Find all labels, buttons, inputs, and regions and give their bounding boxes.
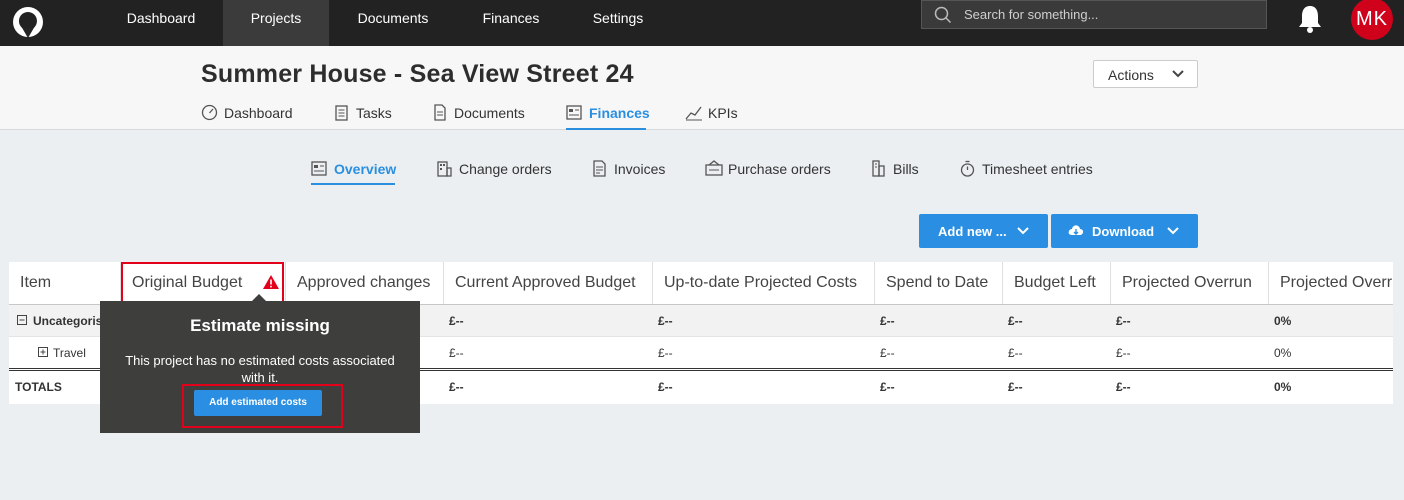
tab-dashboard[interactable]: Dashboard xyxy=(201,104,293,130)
subtab-invoices-label: Invoices xyxy=(614,161,666,177)
row-overrun-pct: 0% xyxy=(1274,314,1292,328)
tab-kpis-label: KPIs xyxy=(708,105,738,121)
col-header-projected-overrun[interactable]: Projected Overrun xyxy=(1111,262,1269,304)
clipboard-icon xyxy=(335,105,348,121)
row-overrun: £-- xyxy=(1116,346,1131,360)
chart-line-icon xyxy=(685,106,702,121)
nav-settings[interactable]: Settings xyxy=(576,0,660,46)
col-header-current-approved-budget[interactable]: Current Approved Budget xyxy=(444,262,653,304)
subtab-purchase-orders-label: Purchase orders xyxy=(728,161,831,177)
top-navbar: Dashboard Projects Documents Finances Se… xyxy=(0,0,1404,46)
building-icon xyxy=(437,161,452,177)
col-header-approved-changes[interactable]: Approved changes xyxy=(286,262,444,304)
subtab-bills[interactable]: Bills xyxy=(870,158,920,185)
totals-left: £-- xyxy=(1008,380,1023,394)
row-current-approved: £-- xyxy=(449,346,464,360)
finance-icon xyxy=(566,105,582,120)
chevron-down-icon xyxy=(1167,227,1179,235)
add-new-button[interactable]: Add new ... xyxy=(919,214,1048,248)
cloud-download-icon xyxy=(1068,225,1084,235)
subtab-change-orders-label: Change orders xyxy=(459,161,552,177)
row-left: £-- xyxy=(1008,346,1023,360)
totals-current-approved: £-- xyxy=(449,380,464,394)
tooltip-body: This project has no estimated costs asso… xyxy=(125,353,395,385)
search-placeholder: Search for something... xyxy=(964,7,1099,22)
expand-icon[interactable] xyxy=(38,347,48,357)
row-spend: £-- xyxy=(880,314,895,328)
gauge-icon xyxy=(201,104,218,121)
col-header-item[interactable]: Item xyxy=(9,262,121,304)
actions-label: Actions xyxy=(1108,67,1154,83)
tab-finances-label: Finances xyxy=(589,105,650,121)
purchase-order-icon xyxy=(705,160,723,176)
subtab-purchase-orders[interactable]: Purchase orders xyxy=(705,158,831,185)
app-logo-icon[interactable] xyxy=(10,4,46,40)
download-label: Download xyxy=(1092,224,1155,239)
tab-kpis[interactable]: KPIs xyxy=(685,104,740,130)
nav-projects[interactable]: Projects xyxy=(223,0,329,46)
col-header-projected-overrun-pct[interactable]: Projected Overr xyxy=(1269,262,1393,304)
row-item: Travel xyxy=(53,346,86,360)
tab-documents[interactable]: Documents xyxy=(431,104,527,130)
tab-finances[interactable]: Finances xyxy=(566,104,650,130)
tab-dashboard-label: Dashboard xyxy=(224,105,293,121)
nav-finances[interactable]: Finances xyxy=(464,0,558,46)
tab-documents-label: Documents xyxy=(454,105,525,121)
bell-icon[interactable] xyxy=(1296,4,1324,34)
tab-tasks[interactable]: Tasks xyxy=(333,104,393,130)
search-input[interactable]: Search for something... xyxy=(921,0,1267,29)
row-left: £-- xyxy=(1008,314,1023,328)
subtab-overview[interactable]: Overview xyxy=(311,158,397,185)
finance-icon xyxy=(311,161,327,176)
tooltip-title: Estimate missing xyxy=(190,316,330,335)
row-overrun-pct: 0% xyxy=(1274,346,1292,360)
row-current-approved: £-- xyxy=(449,314,464,328)
col-header-budget-left[interactable]: Budget Left xyxy=(1003,262,1111,304)
add-new-label: Add new ... xyxy=(938,224,1007,239)
bills-icon xyxy=(872,160,885,177)
row-overrun: £-- xyxy=(1116,314,1131,328)
chevron-down-icon xyxy=(1172,70,1184,78)
chevron-down-icon xyxy=(1017,227,1029,235)
user-avatar[interactable]: MK xyxy=(1351,0,1393,40)
stopwatch-icon xyxy=(960,160,975,177)
project-header: Summer House - Sea View Street 24 Action… xyxy=(0,46,1404,130)
totals-projected-costs: £-- xyxy=(658,380,673,394)
totals-overrun-pct: 0% xyxy=(1274,380,1292,394)
subtab-timesheet-entries-label: Timesheet entries xyxy=(982,161,1093,177)
collapse-icon[interactable] xyxy=(17,315,27,325)
document-icon xyxy=(434,104,446,121)
totals-overrun: £-- xyxy=(1116,380,1131,394)
search-icon xyxy=(934,6,952,24)
nav-documents[interactable]: Documents xyxy=(340,0,446,46)
actions-dropdown[interactable]: Actions xyxy=(1093,60,1198,88)
subtab-invoices[interactable]: Invoices xyxy=(591,158,667,185)
totals-label: TOTALS xyxy=(15,380,62,394)
download-button[interactable]: Download xyxy=(1051,214,1198,248)
highlight-add-estimated-costs xyxy=(182,384,343,428)
nav-dashboard[interactable]: Dashboard xyxy=(111,0,211,46)
tab-tasks-label: Tasks xyxy=(356,105,392,121)
page-title: Summer House - Sea View Street 24 xyxy=(201,60,634,88)
totals-spend: £-- xyxy=(880,380,895,394)
row-spend: £-- xyxy=(880,346,895,360)
row-projected-costs: £-- xyxy=(658,314,673,328)
row-projected-costs: £-- xyxy=(658,346,673,360)
col-header-projected-costs[interactable]: Up-to-date Projected Costs xyxy=(653,262,875,304)
subtab-overview-label: Overview xyxy=(334,161,397,177)
subtab-bills-label: Bills xyxy=(893,161,919,177)
subtab-timesheet-entries[interactable]: Timesheet entries xyxy=(959,158,1095,185)
col-header-spend-to-date[interactable]: Spend to Date xyxy=(875,262,1003,304)
subtab-change-orders[interactable]: Change orders xyxy=(436,158,552,185)
invoice-icon xyxy=(593,160,606,177)
tooltip-caret xyxy=(251,294,267,302)
